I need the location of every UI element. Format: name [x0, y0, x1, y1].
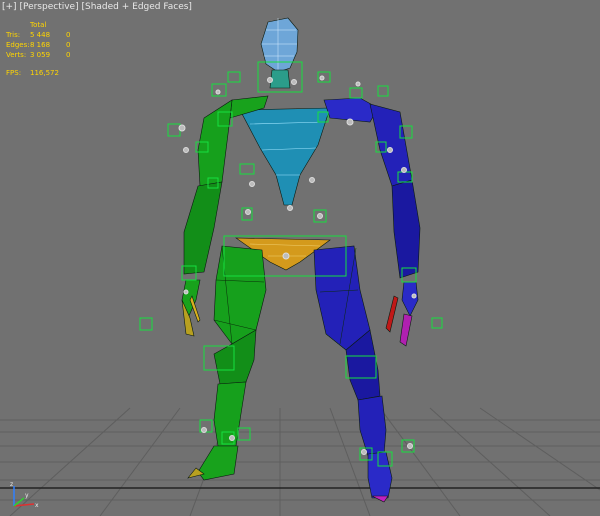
- right-upper-arm-mesh: [323, 97, 379, 123]
- stats-row-fps: FPS: 116,572: [6, 69, 59, 77]
- right-thigh-mesh: [313, 245, 371, 351]
- stats-total-header: Total: [30, 21, 47, 29]
- viewport-menu-pov[interactable]: [Perspective]: [19, 2, 78, 12]
- axis-x-label: x: [35, 502, 39, 509]
- stats-row-tris: Tris: 5 448 0: [6, 31, 71, 39]
- ground-grid: [0, 407, 600, 516]
- viewport-perspective[interactable]: [+] [Perspective] [Shaded + Edged Faces]…: [0, 0, 600, 516]
- scene-canvas[interactable]: [0, 0, 600, 516]
- axis-tripod-icon: x y z: [10, 481, 39, 509]
- torso-mesh: [239, 107, 331, 206]
- viewport-menu-shading[interactable]: [Shaded + Edged Faces]: [81, 2, 191, 12]
- viewport-menu-plus[interactable]: [+]: [2, 2, 17, 12]
- stats-header-row: Total: [6, 20, 82, 30]
- left-thigh-mesh: [213, 245, 267, 345]
- viewport-label: [+] [Perspective] [Shaded + Edged Faces]: [2, 2, 192, 12]
- stats-row-edges: Edges: 8 168 0: [6, 41, 71, 49]
- right-forearm-mesh: [391, 179, 421, 279]
- axis-z-label: z: [10, 481, 13, 488]
- left-forearm-mesh: [183, 181, 223, 275]
- statistics-overlay: Total Tris: 5 448 0 Edges: 8 168 0 Verts…: [6, 20, 82, 78]
- axis-y-label: y: [25, 492, 29, 499]
- right-shin-mesh: [357, 395, 387, 457]
- stats-row-verts: Verts: 3 059 0: [6, 51, 71, 59]
- head-mesh: [260, 17, 299, 73]
